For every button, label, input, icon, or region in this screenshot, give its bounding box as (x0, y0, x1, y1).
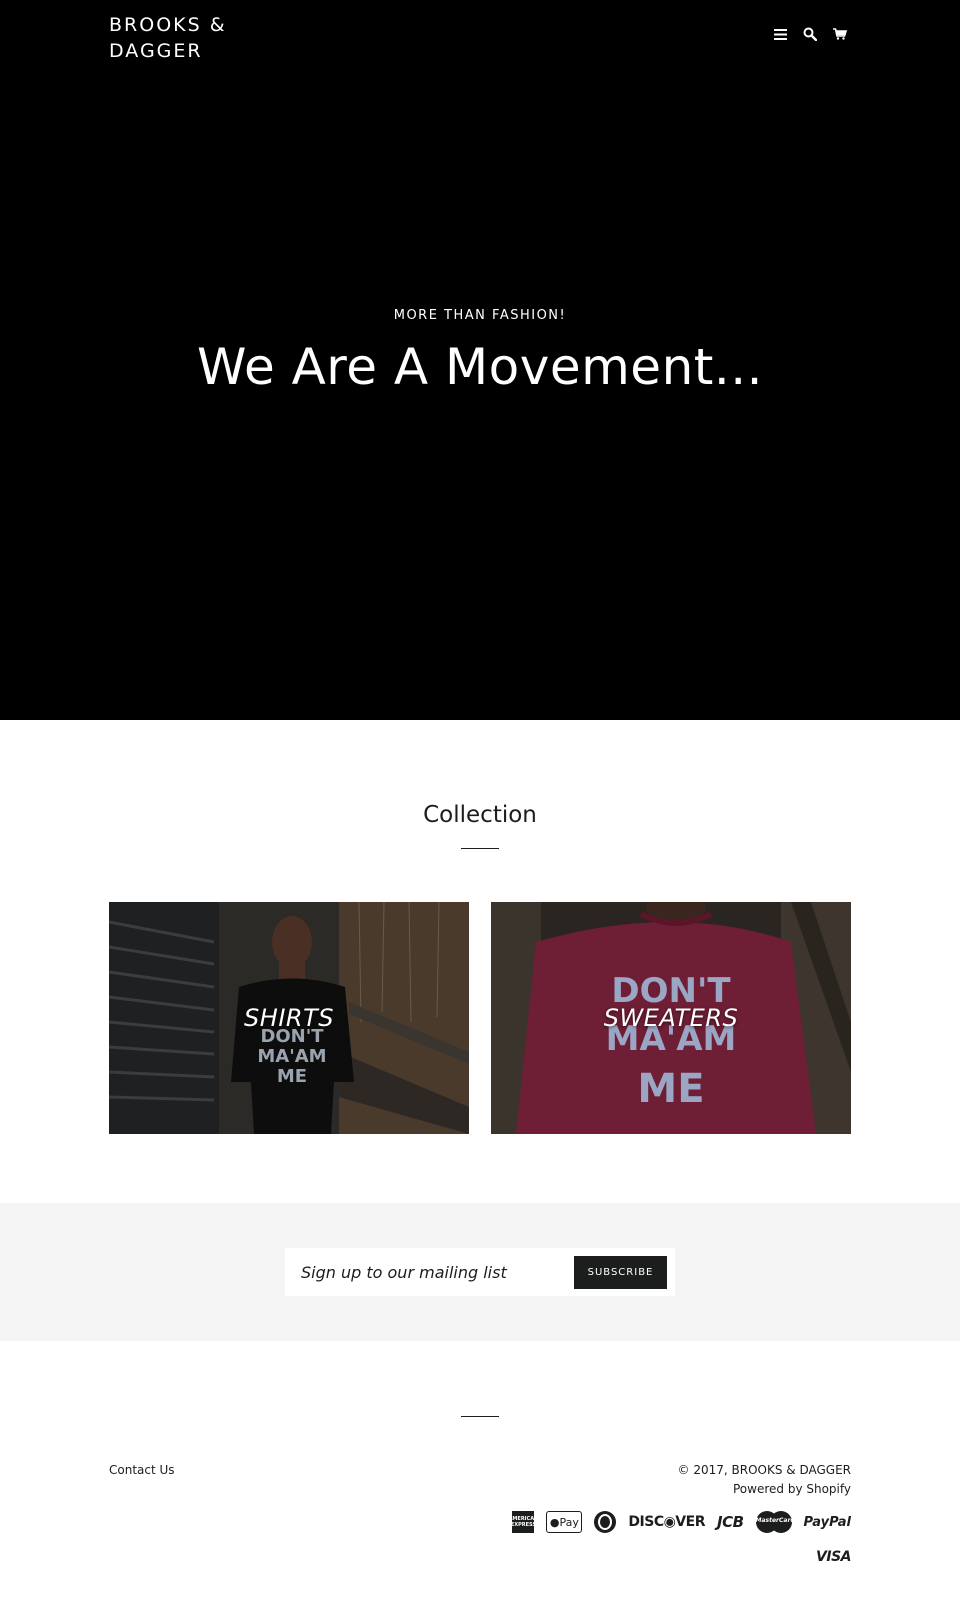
newsletter-form: SUBSCRIBE (285, 1248, 675, 1296)
jcb-icon: JCB (717, 1513, 744, 1531)
mastercard-icon: MasterCard (755, 1511, 795, 1533)
apple-logo-icon: ● (549, 1515, 560, 1529)
logo-line-1: BROOKS & (109, 14, 227, 36)
search-icon[interactable] (802, 26, 818, 42)
footer-divider (461, 1416, 499, 1417)
apple-pay-text: Pay (559, 1515, 579, 1529)
contact-us-link[interactable]: Contact Us (109, 1463, 175, 1477)
hero-banner: BROOKS & DAGGER MORE THAN FASHION! We Ar… (0, 0, 960, 720)
collection-title: Collection (423, 802, 537, 828)
powered-by-link[interactable]: Powered by Shopify (733, 1482, 851, 1496)
header-actions (772, 26, 848, 42)
newsletter-section: SUBSCRIBE (0, 1203, 960, 1341)
title-divider (461, 848, 499, 849)
amex-text: AMERICAN EXPRESS (508, 1516, 539, 1528)
copyright-text: © 2017, BROOKS & DAGGER (677, 1463, 851, 1477)
hero-subtitle: MORE THAN FASHION! (393, 308, 567, 323)
hero-title: We Are A Movement... (196, 338, 764, 396)
collection-tile-shirts[interactable]: DON'T MA'AM ME SHIRTS (109, 902, 469, 1134)
menu-icon[interactable] (772, 26, 788, 42)
visa-icon: VISA (816, 1549, 851, 1565)
site-logo[interactable]: BROOKS & DAGGER (109, 12, 227, 64)
diners-club-icon (594, 1511, 617, 1533)
payment-icons-row2: VISA (816, 1546, 851, 1568)
subscribe-button[interactable]: SUBSCRIBE (574, 1256, 667, 1289)
amex-icon: AMERICAN EXPRESS (509, 1511, 538, 1533)
sweaters-label: SWEATERS (603, 1004, 739, 1032)
discover-icon: DISC◉VER (628, 1514, 705, 1530)
logo-line-2: DAGGER (109, 40, 203, 62)
cart-icon[interactable] (832, 26, 848, 42)
apple-pay-icon: ● Pay (546, 1511, 583, 1533)
payment-icons: AMERICAN EXPRESS ● Pay DISC◉VER JCB Mast… (509, 1511, 851, 1533)
email-field[interactable] (285, 1248, 570, 1296)
mastercard-text: MasterCard (755, 1517, 795, 1524)
collection-tile-sweaters[interactable]: DON'T MA'AM ME SWEATERS (491, 902, 851, 1134)
shirts-label: SHIRTS (244, 1004, 334, 1032)
paypal-icon: PayPal (803, 1514, 851, 1530)
